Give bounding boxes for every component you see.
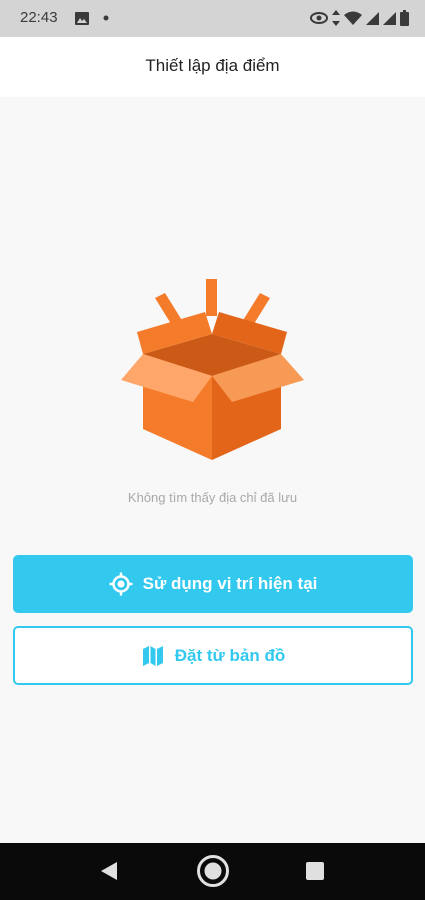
set-from-map-label: Đặt từ bản đồ — [174, 645, 286, 665]
status-left-icons — [75, 10, 109, 26]
back-icon[interactable] — [99, 861, 119, 881]
data-arrows-icon — [332, 10, 340, 26]
location-target-icon — [109, 572, 133, 596]
system-nav-bar — [0, 843, 425, 900]
status-bar: 22:43 — [0, 0, 425, 37]
empty-message: Không tìm thấy địa chỉ đã lưu — [127, 490, 298, 505]
content-area: Không tìm thấy địa chỉ đã lưu Sử dụng vị… — [0, 97, 425, 843]
image-icon — [75, 11, 89, 25]
dot-icon — [103, 15, 109, 21]
page-title: Thiết lập địa điểm — [145, 56, 280, 75]
app-bar: Thiết lập địa điểm — [0, 37, 425, 97]
status-right-icons — [310, 9, 409, 27]
signal-icon — [383, 11, 396, 25]
battery-icon — [400, 10, 409, 26]
map-icon — [141, 644, 165, 668]
recents-icon[interactable] — [306, 862, 324, 880]
eye-icon — [310, 12, 328, 24]
open-box-icon — [121, 279, 304, 460]
wifi-icon — [344, 11, 362, 25]
set-from-map-button[interactable]: Đặt từ bản đồ — [13, 626, 413, 685]
status-time: 22:43 — [20, 9, 58, 26]
use-current-location-button[interactable]: Sử dụng vị trí hiện tại — [13, 555, 413, 613]
use-current-location-label: Sử dụng vị trí hiện tại — [142, 574, 318, 593]
signal-icon — [366, 11, 379, 25]
home-icon[interactable] — [196, 854, 230, 888]
